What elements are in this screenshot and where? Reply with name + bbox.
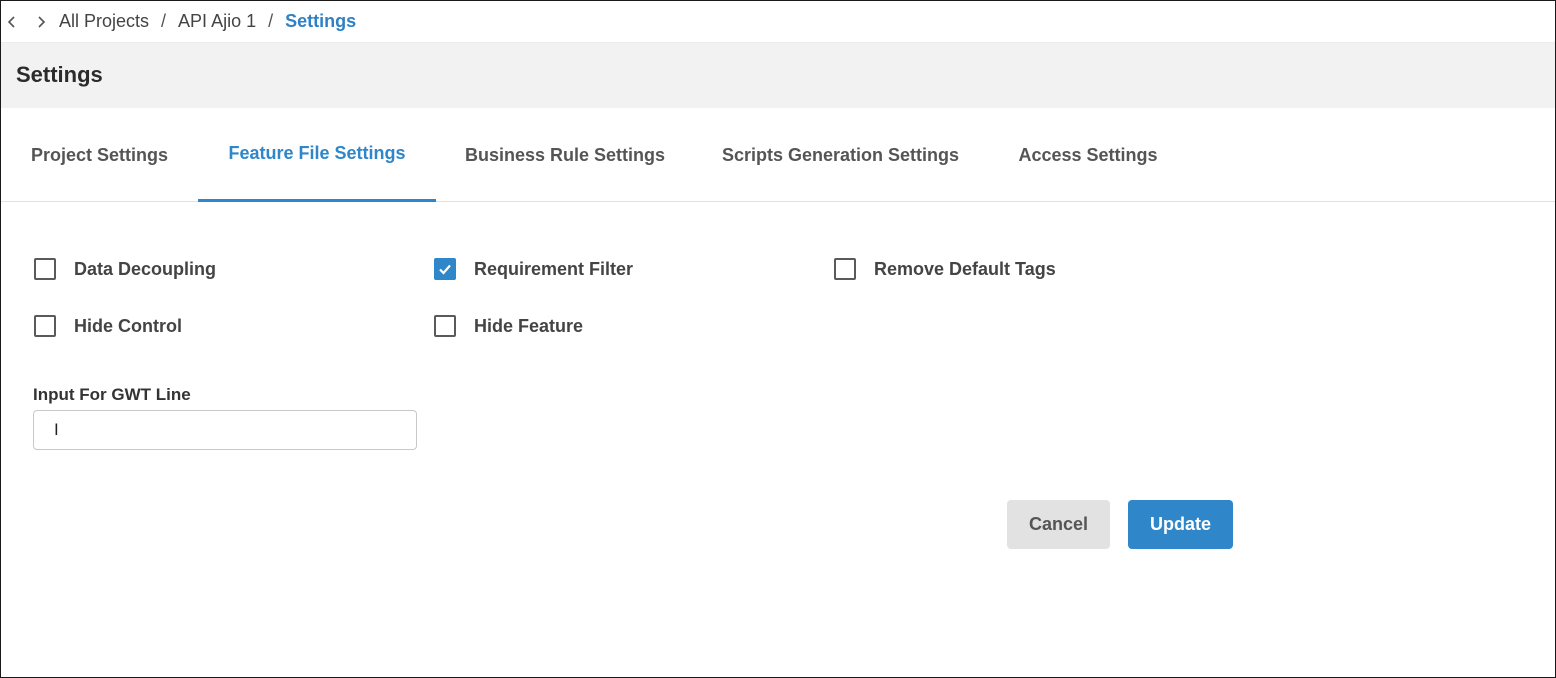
hide-feature-checkbox[interactable] [434, 315, 456, 337]
page-title: Settings [16, 62, 103, 87]
page-header: Settings [1, 43, 1555, 108]
hide-control-checkbox[interactable] [34, 315, 56, 337]
tab-business-rule-settings[interactable]: Business Rule Settings [436, 108, 694, 202]
cancel-button[interactable]: Cancel [1007, 500, 1110, 549]
hide-feature-label: Hide Feature [474, 315, 584, 336]
update-button[interactable]: Update [1128, 500, 1233, 549]
breadcrumb-bar: All Projects / API Ajio 1 / Settings [1, 1, 1555, 43]
option-data-decoupling[interactable]: Data Decoupling [34, 258, 216, 280]
option-hide-control[interactable]: Hide Control [34, 315, 182, 337]
breadcrumb-project[interactable]: API Ajio 1 [178, 11, 256, 32]
option-hide-feature[interactable]: Hide Feature [434, 315, 583, 337]
chevron-left-icon[interactable] [3, 13, 21, 31]
breadcrumb: All Projects / API Ajio 1 / Settings [59, 11, 356, 32]
requirement-filter-label: Requirement Filter [474, 258, 634, 279]
breadcrumb-current: Settings [285, 11, 357, 31]
breadcrumb-all-projects[interactable]: All Projects [59, 11, 149, 32]
option-remove-default-tags[interactable]: Remove Default Tags [834, 258, 1056, 280]
data-decoupling-checkbox[interactable] [34, 258, 56, 280]
chevron-right-icon[interactable] [32, 13, 50, 31]
tab-access-settings[interactable]: Access Settings [987, 108, 1189, 202]
data-decoupling-label: Data Decoupling [74, 258, 217, 279]
breadcrumb-separator: / [161, 11, 167, 31]
app-window: All Projects / API Ajio 1 / Settings Set… [0, 0, 1556, 678]
option-requirement-filter[interactable]: Requirement Filter [434, 258, 633, 280]
remove-default-tags-label: Remove Default Tags [874, 258, 1056, 279]
requirement-filter-checkbox[interactable] [434, 258, 456, 280]
tab-scripts-generation-settings[interactable]: Scripts Generation Settings [694, 108, 987, 202]
gwt-input-label: Input For GWT Line [33, 385, 191, 404]
tab-feature-file-settings[interactable]: Feature File Settings [198, 108, 436, 202]
gwt-line-input[interactable] [33, 410, 417, 450]
hide-control-label: Hide Control [74, 315, 182, 336]
checkmark-icon [439, 264, 451, 275]
breadcrumb-separator: / [268, 11, 274, 31]
tab-project-settings[interactable]: Project Settings [1, 108, 198, 202]
remove-default-tags-checkbox[interactable] [834, 258, 856, 280]
settings-tabs: Project Settings Feature File Settings B… [1, 108, 1555, 202]
